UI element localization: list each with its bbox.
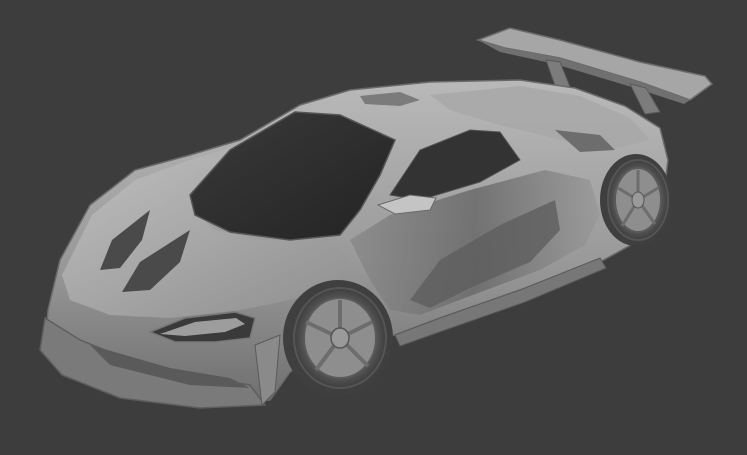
rear-wheel [600, 154, 672, 246]
car-model-render[interactable] [0, 0, 747, 455]
front-wheel [283, 280, 393, 396]
3d-viewport[interactable] [0, 0, 747, 455]
